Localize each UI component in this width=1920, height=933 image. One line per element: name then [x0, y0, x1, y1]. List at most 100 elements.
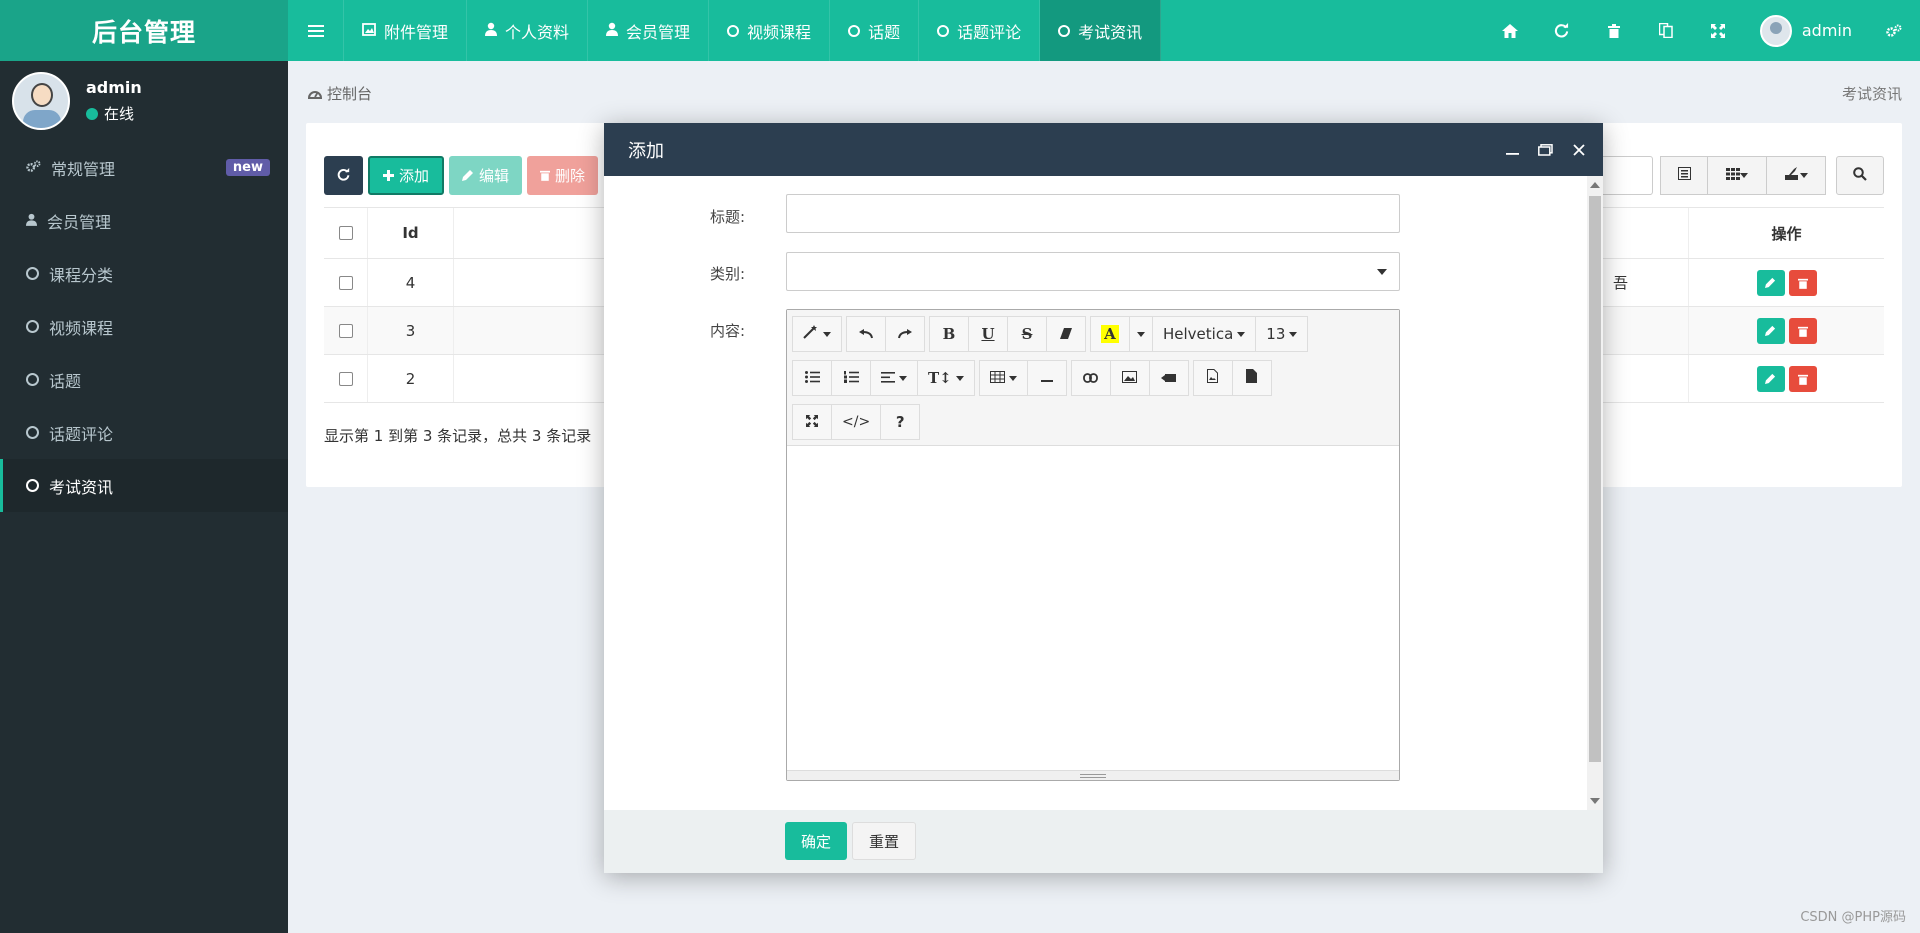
dashboard-icon [307, 85, 323, 103]
tab-label: 考试资讯 [1078, 22, 1143, 42]
upload-file-button[interactable] [1231, 360, 1272, 396]
undo-button[interactable] [846, 316, 886, 352]
edit-button[interactable]: 编辑 [449, 156, 523, 195]
font-color-button[interactable]: A [1090, 316, 1130, 352]
tab-label: 视频课程 [747, 22, 812, 42]
column-header-id[interactable]: Id [368, 208, 454, 258]
row-delete-button[interactable] [1788, 317, 1817, 344]
gears-icon[interactable] [1868, 0, 1920, 61]
sidebar-item-general[interactable]: 常规管理 new [0, 141, 288, 194]
close-icon[interactable] [1573, 123, 1585, 176]
chevron-down-icon [1237, 331, 1246, 337]
menu-toggle-icon[interactable] [288, 0, 344, 61]
refresh-button[interactable] [324, 156, 363, 195]
breadcrumb-current: 考试资讯 [1841, 85, 1902, 103]
minimize-icon[interactable] [1506, 123, 1519, 176]
help-button[interactable]: ? [880, 404, 921, 440]
strikethrough-button[interactable]: S [1007, 316, 1047, 352]
fullscreen-button[interactable] [792, 404, 832, 440]
columns-dropdown[interactable] [1707, 156, 1767, 195]
row-edit-button[interactable] [1756, 365, 1785, 392]
tab-topics[interactable]: 话题 [830, 0, 920, 61]
insert-link-button[interactable] [1070, 360, 1111, 396]
profile-name: admin [86, 78, 142, 97]
circle-icon [26, 479, 39, 492]
tab-members[interactable]: 会员管理 [588, 0, 710, 61]
row-checkbox[interactable] [338, 371, 353, 386]
bold-button[interactable]: B [929, 316, 969, 352]
tab-attachments[interactable]: 附件管理 [344, 0, 468, 61]
username: admin [1801, 21, 1852, 40]
insert-image-button[interactable] [1109, 360, 1150, 396]
magic-wand-icon [803, 325, 819, 343]
sidebar-item-video-courses[interactable]: 视频课程 [0, 300, 288, 353]
sidebar-item-exam-news[interactable]: 考试资讯 [0, 459, 288, 512]
watermark: CSDN @PHP源码 [1800, 910, 1906, 925]
row-delete-button[interactable] [1788, 365, 1817, 392]
numbered-list-button[interactable] [831, 360, 871, 396]
translate-icon[interactable] [1640, 0, 1692, 61]
scrollbar-thumb[interactable] [1589, 196, 1601, 762]
row-delete-button[interactable] [1788, 269, 1817, 296]
fullscreen-icon[interactable] [1692, 0, 1744, 61]
line-height-dropdown[interactable]: T↕ [917, 360, 975, 396]
editor-resize-handle[interactable] [787, 770, 1399, 780]
editor-content-area[interactable] [787, 446, 1399, 770]
font-family-value: Helvetica [1163, 325, 1234, 343]
confirm-button[interactable]: 确定 [785, 822, 848, 860]
refresh-icon[interactable] [1536, 0, 1588, 61]
tab-topic-comments[interactable]: 话题评论 [919, 0, 1041, 61]
dialog-scrollbar[interactable] [1587, 176, 1603, 810]
scroll-up-icon[interactable] [1590, 182, 1600, 188]
font-family-dropdown[interactable]: Helvetica [1152, 316, 1257, 352]
row-edit-button[interactable] [1756, 269, 1785, 296]
add-button[interactable]: 添加 [368, 156, 445, 195]
user-menu[interactable]: admin [1744, 14, 1868, 47]
sidebar-item-topics[interactable]: 话题 [0, 353, 288, 406]
underline-button[interactable]: U [968, 316, 1008, 352]
bullet-list-button[interactable] [792, 360, 832, 396]
search-button[interactable] [1836, 156, 1884, 195]
code-icon: </> [842, 414, 871, 430]
eraser-button[interactable] [1046, 316, 1086, 352]
font-size-dropdown[interactable]: 13 [1255, 316, 1309, 352]
code-view-button[interactable]: </> [831, 404, 882, 440]
app-logo[interactable]: 后台管理 [0, 0, 288, 61]
tab-profile[interactable]: 个人资料 [467, 0, 589, 61]
row-checkbox[interactable] [338, 323, 353, 338]
row-id: 3 [368, 307, 454, 354]
table-dropdown[interactable] [978, 360, 1028, 396]
sidebar-item-members[interactable]: 会员管理 [0, 194, 288, 247]
reset-button[interactable]: 重置 [852, 822, 917, 860]
horizontal-rule-button[interactable] [1026, 360, 1067, 396]
row-edit-button[interactable] [1756, 317, 1785, 344]
paragraph-align-dropdown[interactable] [870, 360, 918, 396]
row-checkbox[interactable] [338, 275, 353, 290]
chevron-down-icon [823, 331, 831, 337]
toggle-view-button[interactable] [1660, 156, 1708, 195]
select-all-checkbox[interactable] [338, 226, 353, 240]
trash-icon[interactable] [1588, 0, 1640, 61]
text-height-icon: T↕ [928, 369, 952, 387]
circle-icon [848, 24, 861, 37]
insert-video-button[interactable] [1148, 360, 1189, 396]
delete-button[interactable]: 删除 [527, 156, 599, 195]
font-color-dropdown[interactable] [1129, 316, 1153, 352]
redo-button[interactable] [885, 316, 925, 352]
picture-icon [1122, 369, 1138, 387]
scroll-down-icon[interactable] [1590, 798, 1600, 804]
chevron-down-icon [1289, 331, 1298, 337]
upload-image-button[interactable] [1192, 360, 1233, 396]
tab-exam-news[interactable]: 考试资讯 [1040, 0, 1162, 61]
breadcrumb[interactable]: 控制台 [307, 83, 372, 104]
tab-video-courses[interactable]: 视频课程 [709, 0, 831, 61]
export-dropdown[interactable] [1766, 156, 1826, 195]
sidebar-item-topic-comments[interactable]: 话题评论 [0, 406, 288, 459]
style-dropdown[interactable] [792, 316, 842, 352]
avatar [12, 72, 70, 130]
sidebar-item-course-category[interactable]: 课程分类 [0, 247, 288, 300]
maximize-icon[interactable] [1538, 123, 1553, 176]
home-icon[interactable] [1484, 0, 1536, 61]
title-input[interactable] [786, 194, 1400, 233]
category-select[interactable] [786, 252, 1400, 291]
